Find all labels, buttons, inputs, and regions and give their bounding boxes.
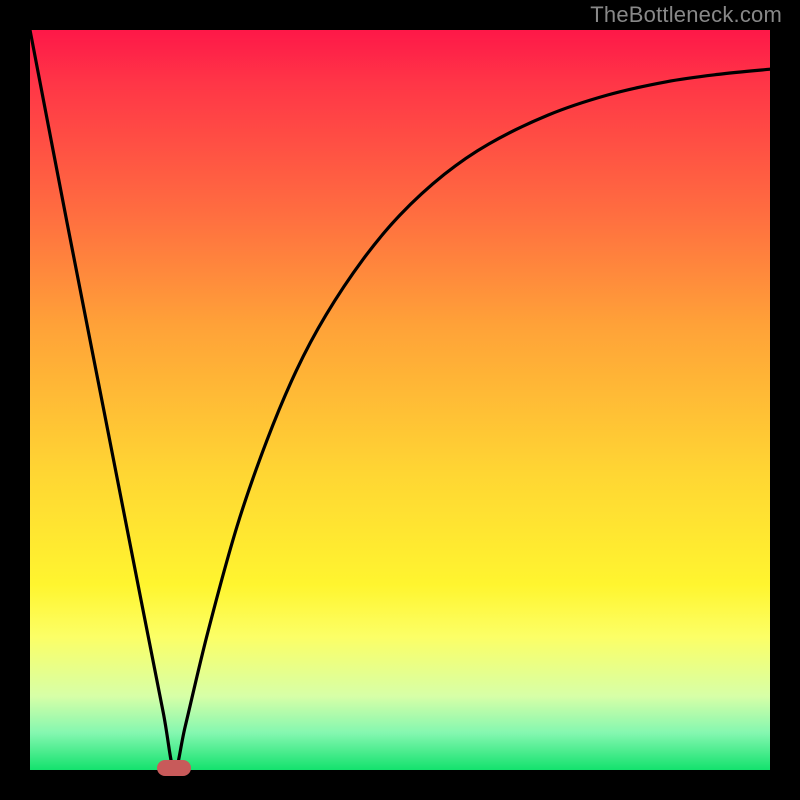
plot-area [30,30,770,770]
watermark-text: TheBottleneck.com [590,2,782,28]
chart-frame: TheBottleneck.com [0,0,800,800]
bottleneck-curve [30,30,770,770]
curve-layer [30,30,770,770]
optimal-marker [157,760,191,776]
